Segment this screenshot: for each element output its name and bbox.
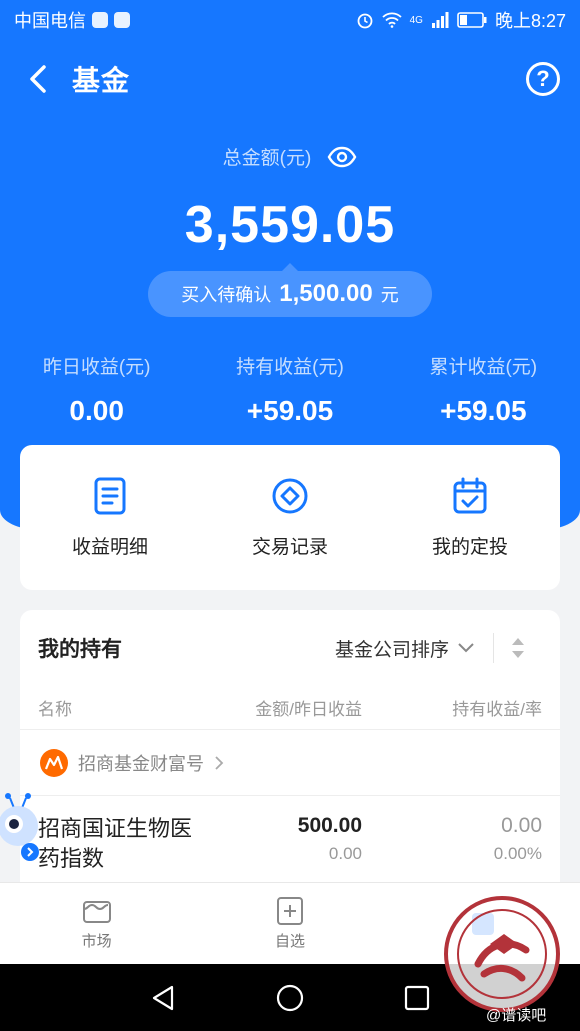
tab-market[interactable]: 市场	[0, 883, 193, 964]
document-icon	[90, 476, 130, 516]
column-header-name: 名称	[38, 700, 72, 719]
earnings-stats: 昨日收益(元) 0.00 持有收益(元) +59.05 累计收益(元) +59.…	[0, 352, 580, 427]
quick-action-label: 收益明细	[71, 537, 148, 558]
quick-actions-card: 收益明细 交易记录 我的定投	[20, 445, 560, 590]
fund-amount-cell: 500.00 0.00	[212, 814, 362, 874]
holdings-card: 我的持有 基金公司排序 名称 金额/昨日收益 持有收益/率 招商基金财富号 招商…	[20, 610, 560, 910]
tab-label: 市场	[81, 933, 112, 950]
pending-label: 买入待确认	[181, 285, 272, 305]
alarm-icon	[357, 13, 373, 29]
watermark-seal-icon	[444, 896, 560, 1012]
fund-yesterday-return: 0.00	[328, 844, 362, 863]
calendar-check-icon	[450, 476, 490, 516]
total-label-row: 总金额(元)	[0, 143, 580, 170]
stat-value: +59.05	[246, 395, 334, 426]
pending-unit: 元	[380, 285, 399, 305]
help-button[interactable]: ?	[526, 62, 560, 96]
status-bar: 中国电信 4G 晚上8:27	[0, 0, 580, 40]
company-name: 招商基金财富号	[78, 753, 204, 774]
mascot-icon	[0, 793, 39, 861]
home-circle-icon[interactable]	[276, 984, 304, 1012]
back-button[interactable]	[20, 61, 56, 97]
sort-updown-icon	[512, 638, 524, 658]
back-triangle-icon[interactable]	[150, 984, 176, 1012]
pending-amount: 1,500.00	[279, 280, 373, 307]
eye-icon	[327, 146, 357, 167]
pending-confirm-badge[interactable]: 买入待确认 1,500.00 元	[148, 263, 432, 317]
total-amount: 3,559.05	[184, 196, 396, 254]
chevron-right-icon	[215, 755, 224, 770]
quick-action-label: 我的定投	[431, 537, 508, 558]
page-title: 基金	[72, 65, 131, 96]
diamond-circle-icon	[270, 476, 310, 516]
company-logo-icon	[40, 748, 68, 777]
add-box-icon	[275, 896, 305, 926]
carrier-label: 中国电信	[14, 11, 86, 31]
question-icon: ?	[536, 66, 550, 91]
nav-bar: 基金 ?	[0, 40, 580, 118]
fund-hold-return: 0.00	[501, 814, 542, 837]
tab-label: 自选	[274, 933, 305, 950]
stat-yesterday: 昨日收益(元) 0.00	[0, 352, 193, 427]
tab-watchlist[interactable]: 自选	[193, 883, 386, 964]
chevron-left-icon	[30, 65, 46, 93]
table-row[interactable]: 招商国证生物医药指数 500.00 0.00 0.00 0.00%	[20, 796, 560, 874]
floating-mascot-button[interactable]	[0, 790, 42, 862]
sort-label: 基金公司排序	[334, 639, 449, 661]
battery-icon	[457, 12, 487, 28]
clock: 晚上8:27	[494, 11, 566, 31]
fund-hold-rate: 0.00%	[493, 844, 542, 863]
network-type-label: 4G	[409, 14, 423, 26]
stat-value: +59.05	[440, 395, 527, 426]
sort-order-toggle[interactable]	[494, 637, 542, 659]
signal-icon	[431, 12, 449, 28]
stat-cumulative: 累计收益(元) +59.05	[387, 352, 580, 427]
column-header-amount: 金额/昨日收益	[255, 700, 362, 719]
fund-amount: 500.00	[297, 814, 362, 837]
earnings-detail-button[interactable]: 收益明细	[20, 445, 200, 590]
watermark-text: @谱读吧	[486, 1007, 547, 1024]
holdings-column-headers: 名称 金额/昨日收益 持有收益/率	[20, 686, 560, 730]
column-header-return: 持有收益/率	[452, 700, 542, 719]
app-notification-icon	[92, 12, 108, 28]
fund-company-row[interactable]: 招商基金财富号	[20, 730, 560, 796]
my-auto-invest-button[interactable]: 我的定投	[380, 445, 560, 590]
holdings-header: 我的持有 基金公司排序	[20, 610, 560, 686]
transaction-records-button[interactable]: 交易记录	[200, 445, 380, 590]
wifi-icon	[381, 12, 402, 28]
total-amount-label: 总金额(元)	[222, 148, 312, 169]
fund-return-cell: 0.00 0.00%	[362, 814, 542, 874]
sort-dropdown[interactable]: 基金公司排序	[335, 633, 494, 663]
fund-name: 招商国证生物医药指数	[38, 816, 193, 871]
stat-label: 累计收益(元)	[429, 357, 538, 378]
stat-holding: 持有收益(元) +59.05	[193, 352, 386, 427]
app-notification-icon	[114, 12, 130, 28]
recent-apps-square-icon[interactable]	[404, 985, 430, 1011]
stat-label: 昨日收益(元)	[42, 357, 151, 378]
quick-action-label: 交易记录	[251, 537, 328, 558]
market-icon	[82, 896, 112, 926]
stat-value: 0.00	[69, 395, 124, 426]
stat-label: 持有收益(元)	[236, 357, 344, 378]
eye-toggle-button[interactable]	[327, 146, 357, 168]
holdings-title: 我的持有	[38, 638, 122, 661]
chevron-down-icon	[458, 643, 474, 653]
